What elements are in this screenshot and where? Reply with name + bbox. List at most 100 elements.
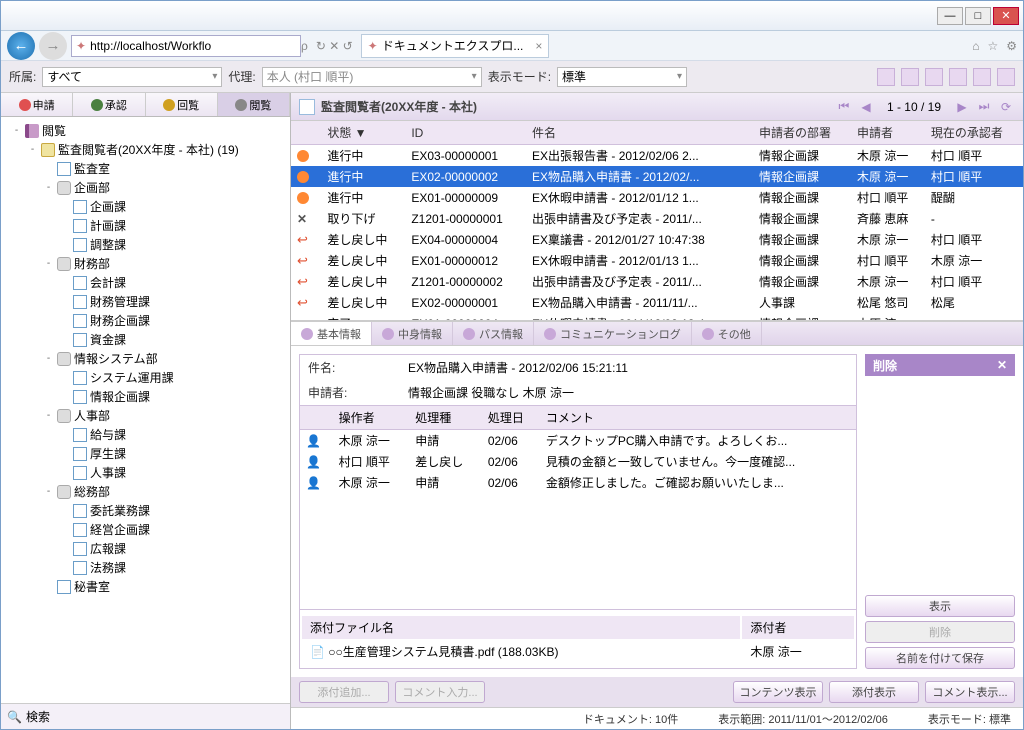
- pager-prev-icon[interactable]: ◀: [857, 98, 875, 116]
- tool-icon-6[interactable]: [997, 68, 1015, 86]
- tree-item[interactable]: 企画課: [5, 197, 286, 216]
- workflow-row[interactable]: 👤木原 涼一申請02/06デスクトップPC購入申請です。よろしくお...: [300, 430, 856, 452]
- table-row[interactable]: ✕取り下げZ1201-00000001出張申請書及び予定表 - 2011/...…: [291, 208, 1023, 229]
- tree-item[interactable]: 委託業務課: [5, 501, 286, 520]
- tree-item[interactable]: 財務管理課: [5, 292, 286, 311]
- grid-column[interactable]: 申請者の部署: [753, 121, 851, 145]
- url-box[interactable]: ✦ http://localhost/Workflo: [71, 35, 301, 57]
- pager-text: 1 - 10 / 19: [887, 100, 941, 114]
- tree-item[interactable]: 財務企画課: [5, 311, 286, 330]
- search-bar[interactable]: 🔍 検索: [1, 703, 290, 729]
- home-icon[interactable]: ⌂: [972, 39, 979, 53]
- workflow-row[interactable]: 👤木原 涼一申請02/06金額修正しました。ご確認お願いいたしま...: [300, 472, 856, 493]
- detail-tab[interactable]: パス情報: [453, 322, 534, 345]
- document-grid: 状態 ▼ID件名申請者の部署申請者現在の承認者進行中EX03-00000001E…: [291, 121, 1023, 321]
- grid-column[interactable]: 状態 ▼: [321, 121, 405, 145]
- sidebar-tab-申請[interactable]: 申請: [1, 93, 73, 116]
- detail-tab[interactable]: コミュニケーションログ: [534, 322, 692, 345]
- tree-item[interactable]: 会計課: [5, 273, 286, 292]
- table-row[interactable]: 進行中EX01-00000009EX休暇申請書 - 2012/01/12 1..…: [291, 187, 1023, 208]
- back-button[interactable]: ←: [7, 32, 35, 60]
- close-panel-icon[interactable]: ✕: [997, 358, 1007, 372]
- tree-item[interactable]: -閲覧: [5, 121, 286, 140]
- tree-item[interactable]: -財務部: [5, 254, 286, 273]
- sidebar-tab-回覧[interactable]: 回覧: [146, 93, 218, 116]
- table-row[interactable]: ↩差し戻し中EX04-00000004EX稟議書 - 2012/01/27 10…: [291, 229, 1023, 250]
- proxy-label: 代理:: [228, 68, 255, 85]
- tool-icon-4[interactable]: [949, 68, 967, 86]
- tool-icon-5[interactable]: [973, 68, 991, 86]
- star-icon[interactable]: ☆: [987, 39, 998, 53]
- tree-item[interactable]: 広報課: [5, 539, 286, 558]
- tree-item[interactable]: システム運用課: [5, 368, 286, 387]
- table-row[interactable]: ↩差し戻し中EX01-00000012EX休暇申請書 - 2012/01/13 …: [291, 250, 1023, 271]
- pager-first-icon[interactable]: ⏮: [835, 98, 853, 116]
- table-row[interactable]: 進行中EX02-00000002EX物品購入申請書 - 2012/02/...情…: [291, 166, 1023, 187]
- tree-item[interactable]: 調整課: [5, 235, 286, 254]
- applicant-value: 情報企画課 役職なし 木原 涼一: [408, 384, 574, 401]
- tree-item[interactable]: 情報企画課: [5, 387, 286, 406]
- status-range: 表示範囲: 2011/11/01～2012/02/06: [718, 711, 888, 727]
- tab-close-icon[interactable]: ×: [535, 39, 542, 53]
- display-mode-select[interactable]: 標準▾: [557, 67, 687, 87]
- tree-item[interactable]: -監査閲覧者(20XX年度 - 本社) (19): [5, 140, 286, 159]
- table-row[interactable]: 進行中EX03-00000001EX出張報告書 - 2012/02/06 2..…: [291, 145, 1023, 167]
- sidebar-tab-閲覧[interactable]: 閲覧: [218, 93, 290, 116]
- tree-item[interactable]: 資金課: [5, 330, 286, 349]
- grid-column[interactable]: 現在の承認者: [925, 121, 1023, 145]
- workflow-grid: 操作者処理種処理日コメント👤木原 涼一申請02/06デスクトップPC購入申請です…: [300, 405, 856, 493]
- add-comment-button: コメント入力...: [395, 681, 485, 703]
- detail-tab[interactable]: その他: [692, 322, 762, 345]
- search-icon: 🔍: [7, 710, 22, 724]
- minimize-button[interactable]: —: [937, 7, 963, 25]
- affiliation-select[interactable]: すべて▾: [42, 67, 222, 87]
- tree-item[interactable]: 経営企画課: [5, 520, 286, 539]
- grid-column[interactable]: ID: [405, 121, 526, 145]
- table-row[interactable]: ↩差し戻し中EX02-00000001EX物品購入申請書 - 2011/11/.…: [291, 292, 1023, 313]
- tool-icon-1[interactable]: [877, 68, 895, 86]
- tab-favicon-icon: ✦: [368, 39, 378, 53]
- close-window-button[interactable]: ✕: [993, 7, 1019, 25]
- show-contents-button[interactable]: コンテンツ表示: [733, 681, 823, 703]
- tab-title: ドキュメントエクスプロ...: [382, 37, 524, 54]
- tree-item[interactable]: 計画課: [5, 216, 286, 235]
- maximize-button[interactable]: □: [965, 7, 991, 25]
- tree-item[interactable]: -企画部: [5, 178, 286, 197]
- tree-item[interactable]: -人事部: [5, 406, 286, 425]
- pager-last-icon[interactable]: ⏭: [975, 98, 993, 116]
- browser-tab[interactable]: ✦ ドキュメントエクスプロ... ×: [361, 34, 550, 58]
- tree-item[interactable]: 給与課: [5, 425, 286, 444]
- subject-value: EX物品購入申請書 - 2012/02/06 15:21:11: [408, 359, 628, 376]
- tree-item[interactable]: 厚生課: [5, 444, 286, 463]
- table-row[interactable]: ↩差し戻し中Z1201-00000002出張申請書及び予定表 - 2011/..…: [291, 271, 1023, 292]
- pager-refresh-icon[interactable]: ⟳: [997, 98, 1015, 116]
- reload-icons[interactable]: ↻ ✕ ↺: [316, 39, 353, 53]
- tool-icon-2[interactable]: [901, 68, 919, 86]
- show-attach-button[interactable]: 添付表示: [829, 681, 919, 703]
- tree-item[interactable]: -総務部: [5, 482, 286, 501]
- table-row[interactable]: ✔完了EX01-00000004EX休暇申請書 - 2011/12/02 13:…: [291, 313, 1023, 321]
- workflow-row[interactable]: 👤村口 順平差し戻し02/06見積の金額と一致していません。今一度確認...: [300, 451, 856, 472]
- show-comment-button[interactable]: コメント表示...: [925, 681, 1015, 703]
- gear-icon[interactable]: ⚙: [1006, 39, 1017, 53]
- tool-icon-3[interactable]: [925, 68, 943, 86]
- tree-item[interactable]: 秘書室: [5, 577, 286, 596]
- save-as-button[interactable]: 名前を付けて保存: [865, 647, 1015, 669]
- grid-column[interactable]: 申請者: [851, 121, 925, 145]
- pager-next-icon[interactable]: ▶: [953, 98, 971, 116]
- sidebar: 申請承認回覧閲覧 -閲覧-監査閲覧者(20XX年度 - 本社) (19)監査室-…: [1, 93, 291, 729]
- tree-item[interactable]: 人事課: [5, 463, 286, 482]
- tree-item[interactable]: 法務課: [5, 558, 286, 577]
- detail-tab[interactable]: 中身情報: [372, 322, 453, 345]
- url-text: http://localhost/Workflo: [90, 39, 211, 53]
- grid-column[interactable]: [291, 121, 321, 145]
- show-button[interactable]: 表示: [865, 595, 1015, 617]
- proxy-select[interactable]: 本人 (村口 順平)▾: [262, 67, 482, 87]
- attachment-row[interactable]: 📄 ○○生産管理システム見積書.pdf (188.03KB)木原 涼一: [302, 641, 854, 662]
- grid-column[interactable]: 件名: [526, 121, 753, 145]
- detail-tab[interactable]: 基本情報: [291, 322, 372, 345]
- sidebar-tab-承認[interactable]: 承認: [73, 93, 145, 116]
- tree-item[interactable]: 監査室: [5, 159, 286, 178]
- forward-button[interactable]: →: [39, 32, 67, 60]
- tree-item[interactable]: -情報システム部: [5, 349, 286, 368]
